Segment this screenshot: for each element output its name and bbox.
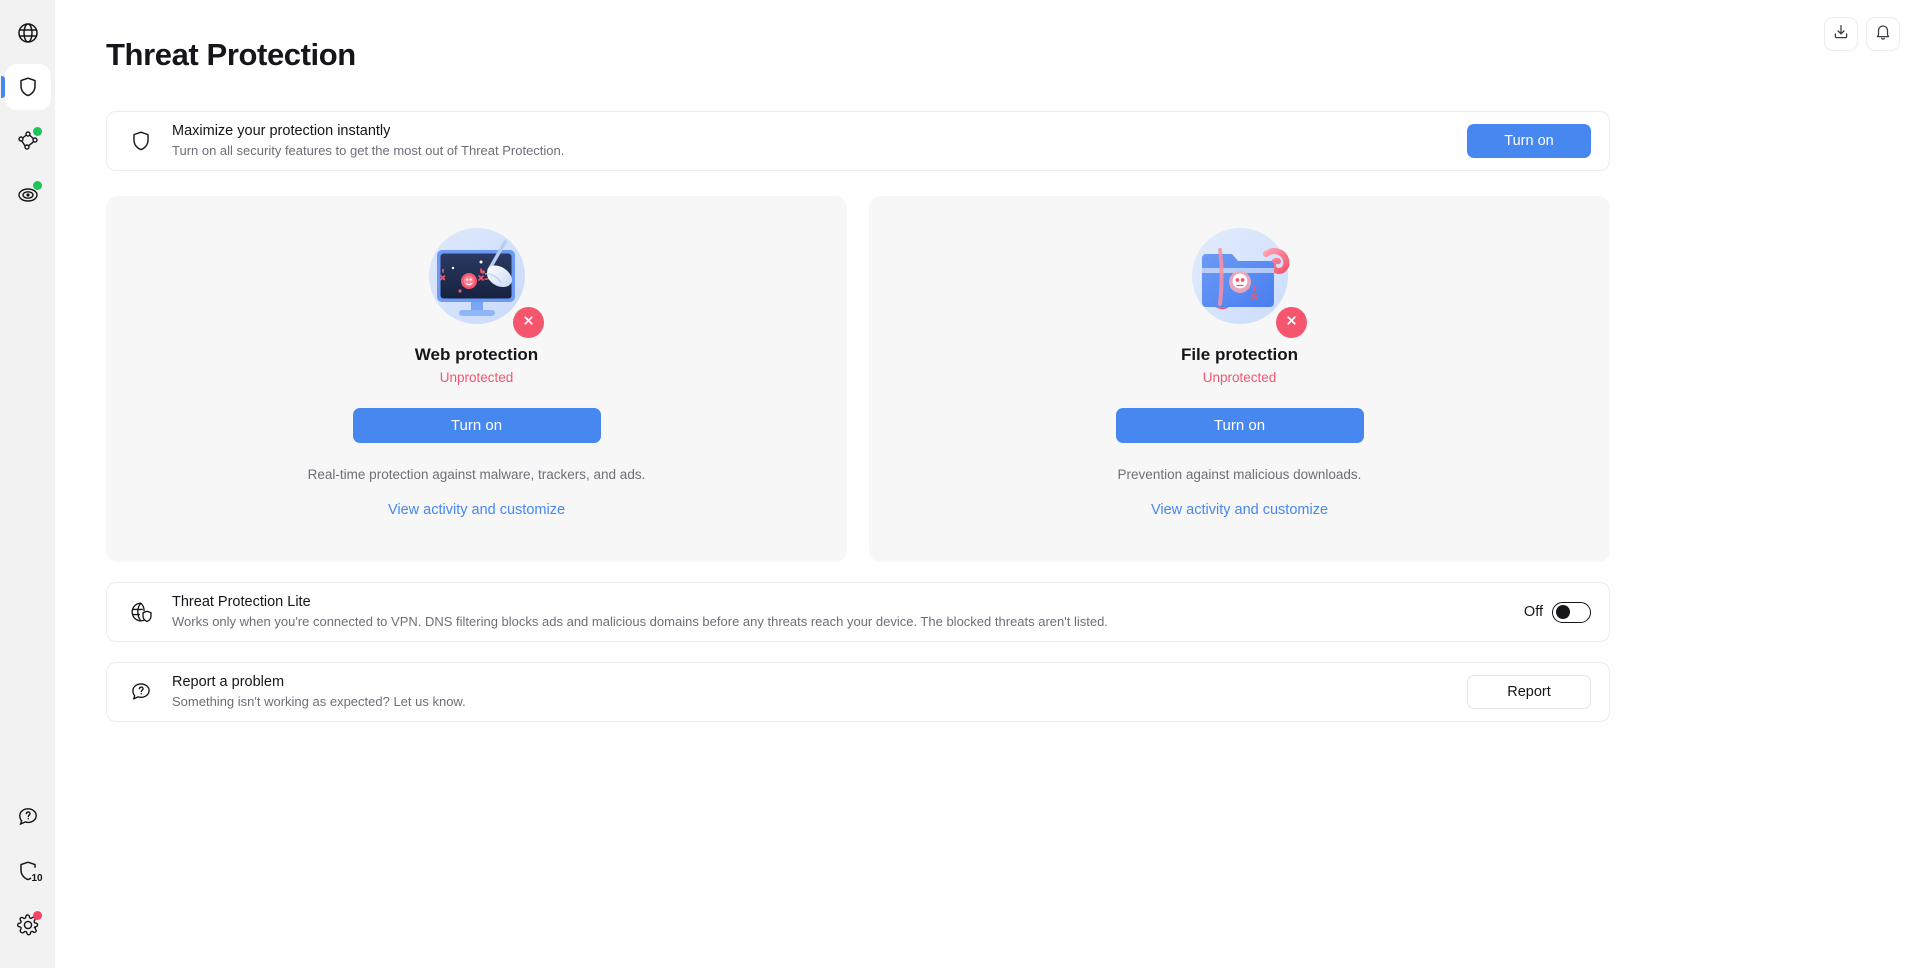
settings-alert-dot xyxy=(32,911,42,920)
shield-icon xyxy=(16,75,40,99)
threat-protection-lite-row: Threat Protection Lite Works only when y… xyxy=(106,582,1610,642)
toggle-knob xyxy=(1555,604,1570,619)
web-protection-view-activity-link[interactable]: View activity and customize xyxy=(388,502,565,518)
banner-turn-on-button[interactable]: Turn on xyxy=(1467,124,1591,158)
globe-icon xyxy=(16,21,40,45)
help-bubble-icon xyxy=(16,805,40,829)
sidebar-top-group xyxy=(0,0,55,222)
lite-title: Threat Protection Lite xyxy=(172,593,311,610)
card-description: Real-time protection against malware, tr… xyxy=(307,467,646,483)
infected-folder-illustration xyxy=(1182,218,1307,338)
lite-toggle-label: Off xyxy=(1523,604,1543,620)
globe-shield-icon xyxy=(129,600,153,624)
maximize-protection-banner: Maximize your protection instantly Turn … xyxy=(106,111,1610,171)
sidebar: 10 xyxy=(0,0,55,968)
sidebar-item-help[interactable] xyxy=(5,794,51,840)
sidebar-item-dark-web-monitor[interactable] xyxy=(5,172,51,218)
file-protection-view-activity-link[interactable]: View activity and customize xyxy=(1151,502,1328,518)
monitor-broom-illustration xyxy=(419,218,544,338)
notifications-button[interactable] xyxy=(1866,17,1900,51)
file-protection-card: File protection Unprotected Turn on Prev… xyxy=(869,196,1610,562)
close-x-icon xyxy=(522,314,535,332)
card-title: Web protection xyxy=(414,345,539,364)
file-protection-turn-on-button[interactable]: Turn on xyxy=(1115,408,1364,444)
download-button[interactable] xyxy=(1824,17,1858,51)
bell-icon xyxy=(1874,23,1892,46)
banner-title: Maximize your protection instantly xyxy=(172,122,391,139)
status-badge xyxy=(1275,307,1307,338)
main-content: Threat Protection Maximize your protecti… xyxy=(55,0,1920,968)
card-title: File protection xyxy=(1180,345,1299,364)
sidebar-item-meshnet[interactable] xyxy=(5,118,51,164)
close-x-icon xyxy=(1285,314,1298,332)
banner-subtitle: Turn on all security features to get the… xyxy=(172,143,565,159)
card-status: Unprotected xyxy=(1202,370,1277,386)
protection-cards: Web protection Unprotected Turn on Real-… xyxy=(106,196,1611,562)
sidebar-item-settings[interactable] xyxy=(5,902,51,948)
status-badge xyxy=(512,307,544,338)
report-button[interactable]: Report xyxy=(1467,675,1591,709)
lite-text-group: Threat Protection Lite Works only when y… xyxy=(172,593,1524,632)
report-title: Report a problem xyxy=(172,673,285,690)
shield-score-count: 10 xyxy=(31,873,43,884)
question-bubble-icon xyxy=(129,680,153,704)
banner-text-group: Maximize your protection instantly Turn … xyxy=(172,122,1467,161)
content-area: Maximize your protection instantly Turn … xyxy=(55,111,1611,722)
shield-icon xyxy=(129,129,153,153)
card-status: Unprotected xyxy=(439,370,514,386)
report-subtitle: Something isn't working as expected? Let… xyxy=(172,694,466,710)
download-icon xyxy=(1832,23,1850,46)
meshnet-status-dot xyxy=(32,127,42,136)
lite-subtitle: Works only when you're connected to VPN.… xyxy=(172,614,1108,630)
web-protection-card: Web protection Unprotected Turn on Real-… xyxy=(106,196,847,562)
report-text-group: Report a problem Something isn't working… xyxy=(172,673,1467,712)
report-problem-row: Report a problem Something isn't working… xyxy=(106,662,1610,722)
lite-toggle[interactable] xyxy=(1552,601,1591,623)
page-title: Threat Protection xyxy=(106,37,356,72)
dark-web-monitor-status-dot xyxy=(32,181,42,190)
lite-toggle-group: Off xyxy=(1523,601,1591,623)
topbar xyxy=(1824,0,1920,58)
sidebar-item-shield-score[interactable]: 10 xyxy=(5,848,51,894)
card-description: Prevention against malicious downloads. xyxy=(1117,467,1362,483)
sidebar-bottom-group: 10 xyxy=(0,790,55,968)
sidebar-item-vpn[interactable] xyxy=(5,10,51,56)
sidebar-item-threat-protection[interactable] xyxy=(0,64,51,110)
web-protection-turn-on-button[interactable]: Turn on xyxy=(352,408,601,444)
